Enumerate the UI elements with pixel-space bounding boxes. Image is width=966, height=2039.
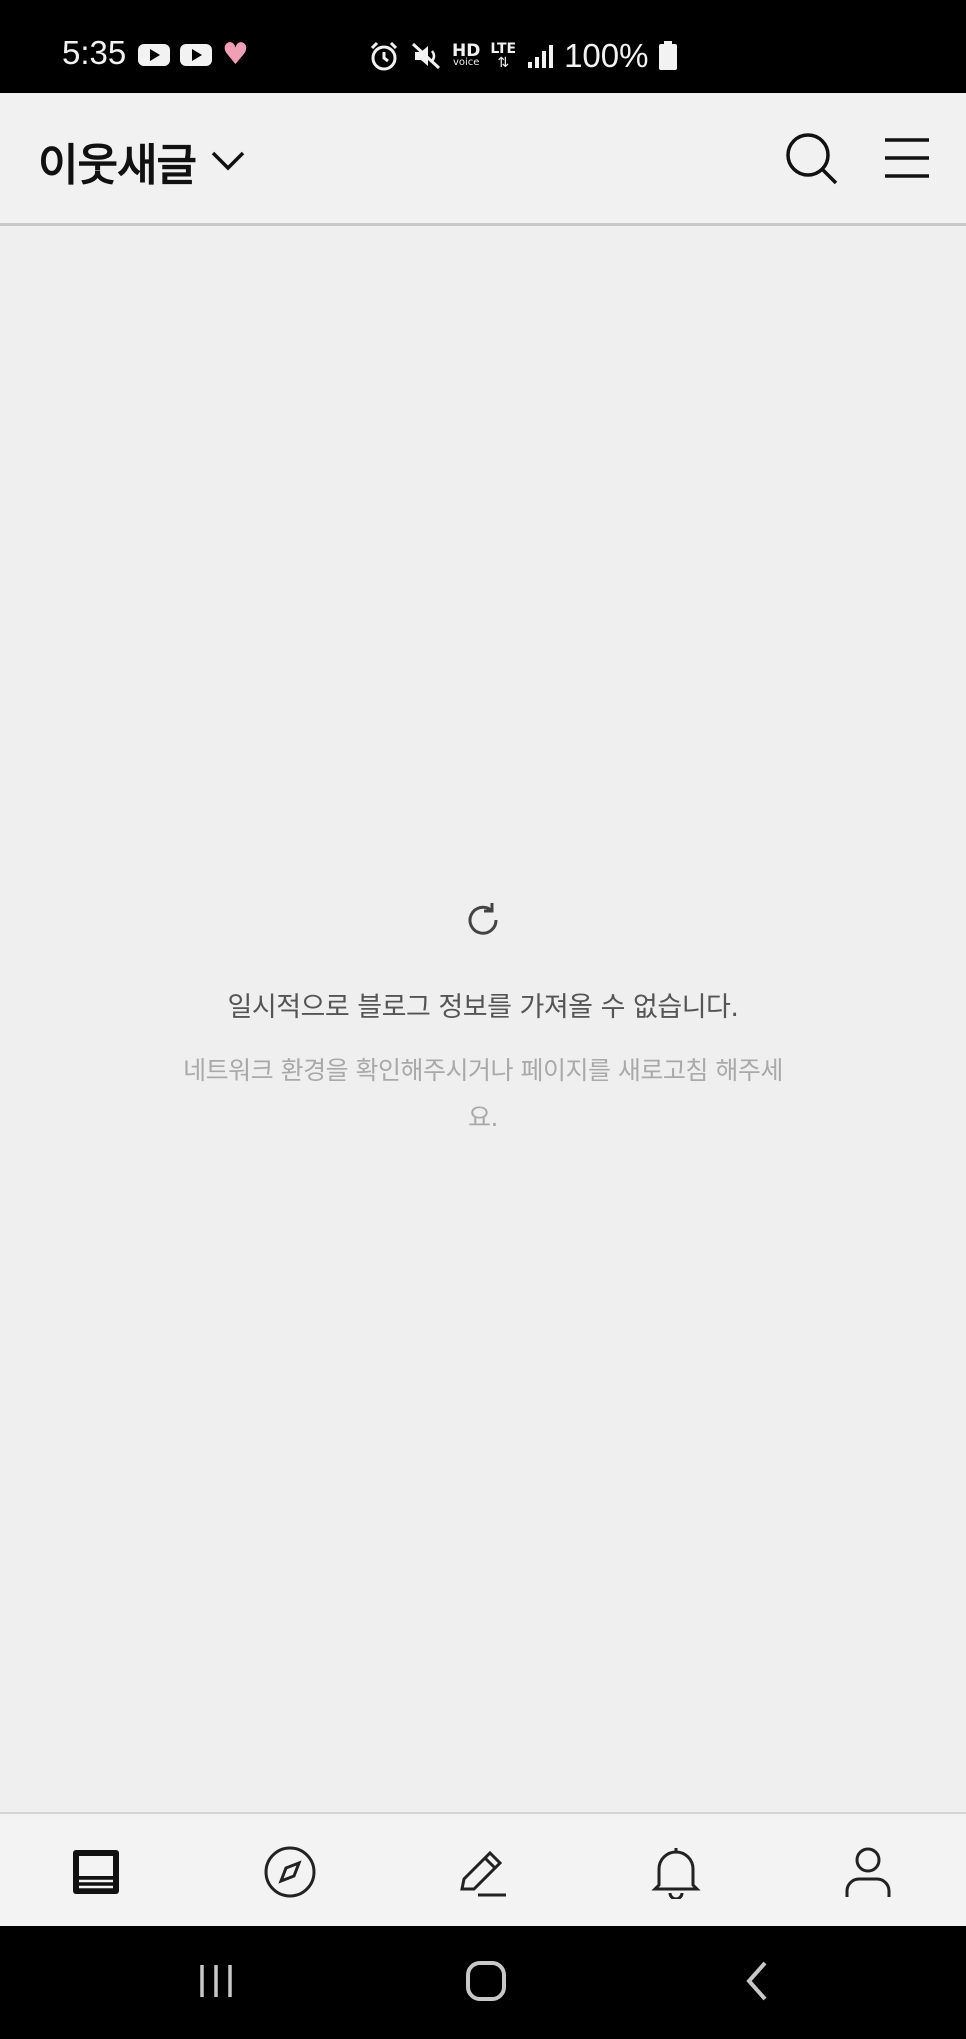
write-icon xyxy=(460,1850,506,1897)
page-title: 이웃새글 xyxy=(38,140,197,191)
status-time: 5:35 xyxy=(62,34,127,71)
youtube-icon xyxy=(180,44,212,66)
notification-icon xyxy=(651,1848,701,1899)
search-button[interactable] xyxy=(782,129,842,189)
alarm-icon xyxy=(370,41,398,71)
mute-icon xyxy=(411,42,441,70)
error-message: 네트워크 환경을 확인해주시거나 페이지를 새로고침 해주세요. xyxy=(183,1056,783,1132)
home-button[interactable] xyxy=(460,1956,512,2006)
system-nav xyxy=(0,1926,966,2039)
reload-button[interactable] xyxy=(463,900,503,940)
data-arrows-icon: ⇅ xyxy=(497,55,510,71)
signal-icon xyxy=(528,45,554,68)
profile-icon xyxy=(845,1847,891,1897)
hd-label: HD xyxy=(452,41,481,61)
voice-label: voice xyxy=(452,57,480,68)
recent-apps-icon xyxy=(200,1965,232,1997)
error-title: 일시적으로 블로그 정보를 가져올 수 없습니다. xyxy=(227,992,739,1023)
feed-selector[interactable]: 이웃새글 xyxy=(38,129,246,193)
nav-profile[interactable] xyxy=(840,1844,896,1900)
battery-icon xyxy=(659,41,678,70)
feed-icon xyxy=(73,1850,119,1894)
chevron-down-icon xyxy=(211,151,245,171)
status-icons: HD voice LTE ⇅ 100% xyxy=(368,36,678,76)
explore-icon xyxy=(264,1846,316,1898)
nav-feed[interactable] xyxy=(68,1844,124,1900)
menu-button[interactable] xyxy=(882,133,932,183)
recent-apps-button[interactable] xyxy=(190,1956,242,2006)
back-button[interactable] xyxy=(736,1956,776,2006)
app-header: 이웃새글 xyxy=(0,93,966,226)
youtube-icon xyxy=(138,44,170,66)
bottom-nav xyxy=(0,1812,966,1926)
back-icon xyxy=(746,1961,767,2001)
status-bar: 5:35 ♥ HD voice LTE ⇅ 100% xyxy=(0,0,966,93)
nav-write[interactable] xyxy=(455,1844,511,1900)
home-icon xyxy=(466,1961,506,2001)
lte-label: LTE xyxy=(490,41,517,57)
search-icon xyxy=(786,133,838,185)
nav-explore[interactable] xyxy=(262,1844,318,1900)
nav-notifications[interactable] xyxy=(648,1844,704,1900)
heart-icon: ♥ xyxy=(222,37,249,72)
battery-level: 100% xyxy=(564,37,649,74)
menu-icon xyxy=(885,138,929,178)
reload-icon xyxy=(468,903,498,935)
